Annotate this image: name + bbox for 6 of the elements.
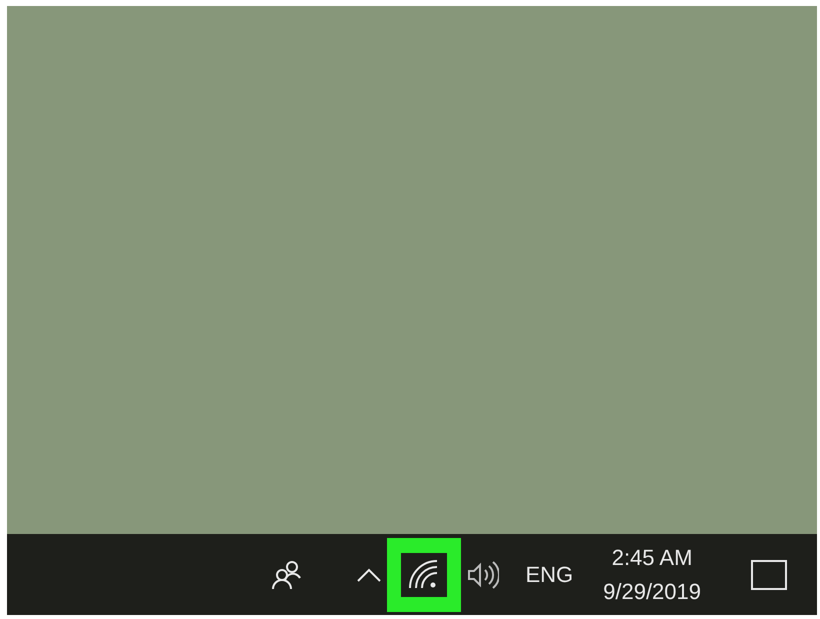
notification-icon[interactable] <box>751 560 787 590</box>
clock-time[interactable]: 2:45 AM <box>612 544 692 570</box>
clock-date[interactable]: 9/29/2019 <box>603 578 701 604</box>
speaker-icon[interactable] <box>467 560 500 590</box>
language-indicator[interactable]: ENG <box>525 562 574 588</box>
chevron-up-icon[interactable] <box>357 568 382 582</box>
